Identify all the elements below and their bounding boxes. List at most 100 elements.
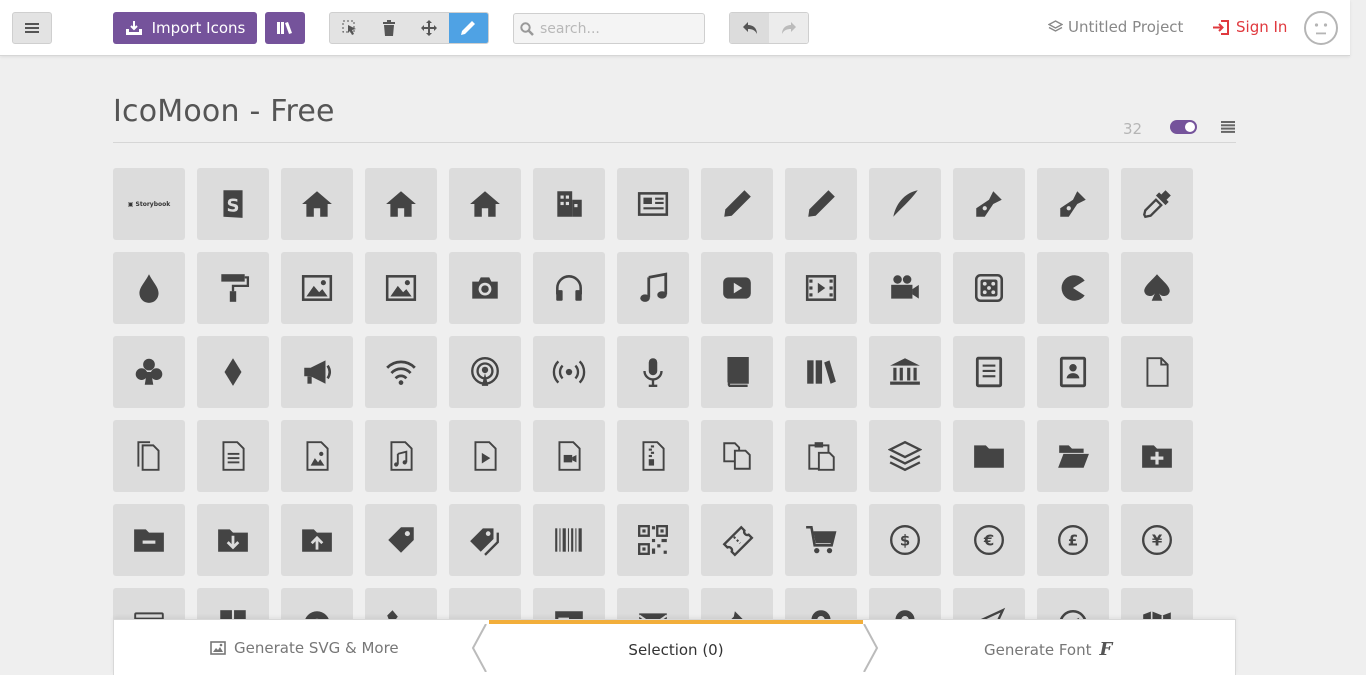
search-box[interactable] xyxy=(513,13,705,44)
icon-tile-barcode[interactable] xyxy=(533,504,605,576)
generate-svg-tab[interactable]: Generate SVG & More xyxy=(210,639,399,657)
icon-tile-paste[interactable] xyxy=(785,420,857,492)
icon-tile-dice[interactable] xyxy=(953,252,1025,324)
icon-tile-price-tags[interactable] xyxy=(449,504,521,576)
icon-tile-feed[interactable] xyxy=(533,336,605,408)
icon-tile-clubs[interactable] xyxy=(113,336,185,408)
import-icons-button[interactable]: Import Icons xyxy=(113,12,257,44)
icon-tile-quill[interactable] xyxy=(869,168,941,240)
icon-tile-mic[interactable] xyxy=(617,336,689,408)
icon-tile-folder-minus[interactable] xyxy=(113,504,185,576)
icon-tile-files-empty[interactable] xyxy=(113,420,185,492)
icon-tile-paint-format[interactable] xyxy=(197,252,269,324)
sign-in-link[interactable]: Sign In xyxy=(1212,18,1287,36)
icon-tile-droplet[interactable] xyxy=(113,252,185,324)
home2-icon xyxy=(386,191,416,217)
icon-tile-pacman[interactable] xyxy=(1037,252,1109,324)
icon-tile-play[interactable] xyxy=(701,252,773,324)
icon-tile-images[interactable] xyxy=(365,252,437,324)
files-empty-icon xyxy=(137,441,160,471)
icon-tile-coin-yen[interactable]: ¥ xyxy=(1121,504,1193,576)
icon-tile-folder-plus[interactable] xyxy=(1121,420,1193,492)
icon-tile-file-text[interactable] xyxy=(953,336,1025,408)
set-menu-icon[interactable] xyxy=(1221,121,1235,133)
icon-tile-library[interactable] xyxy=(869,336,941,408)
coin-yen-icon: ¥ xyxy=(1142,525,1172,555)
storybook-logo-text: ▣ Storybook xyxy=(127,200,171,208)
edit-tool-button[interactable] xyxy=(448,13,488,43)
icon-tile-cart[interactable] xyxy=(785,504,857,576)
select-tool-button[interactable] xyxy=(330,13,370,43)
icon-tile-copy[interactable] xyxy=(701,420,773,492)
icon-tile-connection[interactable] xyxy=(365,336,437,408)
paint-format-icon xyxy=(221,274,250,302)
icon-tile-file-music[interactable] xyxy=(365,420,437,492)
icon-tile-camera[interactable] xyxy=(449,252,521,324)
icon-tile-file-zip[interactable] xyxy=(617,420,689,492)
icon-tile-pencil[interactable] xyxy=(701,168,773,240)
icon-tile-books[interactable] xyxy=(785,336,857,408)
icon-tile-office[interactable] xyxy=(533,168,605,240)
generate-font-label: Generate Font xyxy=(984,640,1092,659)
generate-font-tab[interactable]: Generate Font F xyxy=(984,639,1112,660)
icon-tile-storybook[interactable]: ▣ Storybook xyxy=(113,168,185,240)
icon-tile-image[interactable] xyxy=(281,252,353,324)
avatar[interactable] xyxy=(1304,11,1338,45)
icon-tile-file-text2[interactable] xyxy=(197,420,269,492)
icon-tile-music[interactable] xyxy=(617,252,689,324)
icon-tile-storybook-s[interactable]: S xyxy=(197,168,269,240)
icon-tile-profile[interactable] xyxy=(1037,336,1109,408)
icon-tile-folder-download[interactable] xyxy=(197,504,269,576)
icon-tile-pencil2[interactable] xyxy=(785,168,857,240)
pen-icon xyxy=(976,191,1002,217)
icon-tile-file-picture[interactable] xyxy=(281,420,353,492)
move-tool-button[interactable] xyxy=(409,13,449,43)
redo-button[interactable] xyxy=(769,13,808,43)
icon-tile-folder[interactable] xyxy=(953,420,1025,492)
icon-tile-spades[interactable] xyxy=(1121,252,1193,324)
icon-tile-eyedropper[interactable] xyxy=(1121,168,1193,240)
file-video-icon xyxy=(558,441,581,471)
icon-tile-folder-open[interactable] xyxy=(1037,420,1109,492)
folder-upload-icon xyxy=(302,529,332,552)
quill-icon xyxy=(893,190,918,217)
search-input[interactable] xyxy=(540,20,690,37)
icon-tile-stack[interactable] xyxy=(869,420,941,492)
icon-tile-headphones[interactable] xyxy=(533,252,605,324)
icon-tile-qrcode[interactable] xyxy=(617,504,689,576)
sign-in-label: Sign In xyxy=(1236,18,1288,36)
icon-tile-folder-upload[interactable] xyxy=(281,504,353,576)
icon-tile-file-video[interactable] xyxy=(533,420,605,492)
library-icon xyxy=(890,358,920,385)
icon-tile-blog[interactable] xyxy=(1037,168,1109,240)
icon-tile-coin-pound[interactable]: £ xyxy=(1037,504,1109,576)
icon-tile-home[interactable] xyxy=(281,168,353,240)
icon-tile-home2[interactable] xyxy=(365,168,437,240)
project-selector[interactable]: Untitled Project xyxy=(1048,18,1183,36)
icon-tile-video-camera[interactable] xyxy=(869,252,941,324)
icon-tile-newspaper[interactable] xyxy=(617,168,689,240)
main-menu-button[interactable] xyxy=(12,12,52,44)
delete-tool-button[interactable] xyxy=(370,13,410,43)
icon-tile-home3[interactable] xyxy=(449,168,521,240)
undo-button[interactable] xyxy=(730,13,769,43)
connection-icon xyxy=(386,360,416,385)
file-zip-icon xyxy=(642,441,665,471)
hamburger-icon xyxy=(25,23,39,33)
select-all-toggle[interactable] xyxy=(1170,120,1197,134)
icon-tile-coin-dollar[interactable]: $ xyxy=(869,504,941,576)
selection-tab[interactable]: Selection (0) xyxy=(489,620,863,675)
icon-tile-diamonds[interactable] xyxy=(197,336,269,408)
icon-tile-bullhorn[interactable] xyxy=(281,336,353,408)
icon-tile-file-play[interactable] xyxy=(449,420,521,492)
icon-tile-file-empty[interactable] xyxy=(1121,336,1193,408)
icon-tile-coin-euro[interactable]: € xyxy=(953,504,1025,576)
icon-tile-film[interactable] xyxy=(785,252,857,324)
icon-tile-podcast[interactable] xyxy=(449,336,521,408)
library-button[interactable] xyxy=(265,12,305,44)
icon-tile-book[interactable] xyxy=(701,336,773,408)
video-camera-icon xyxy=(891,275,919,299)
icon-tile-price-tag[interactable] xyxy=(365,504,437,576)
icon-tile-ticket[interactable] xyxy=(701,504,773,576)
icon-tile-pen[interactable] xyxy=(953,168,1025,240)
